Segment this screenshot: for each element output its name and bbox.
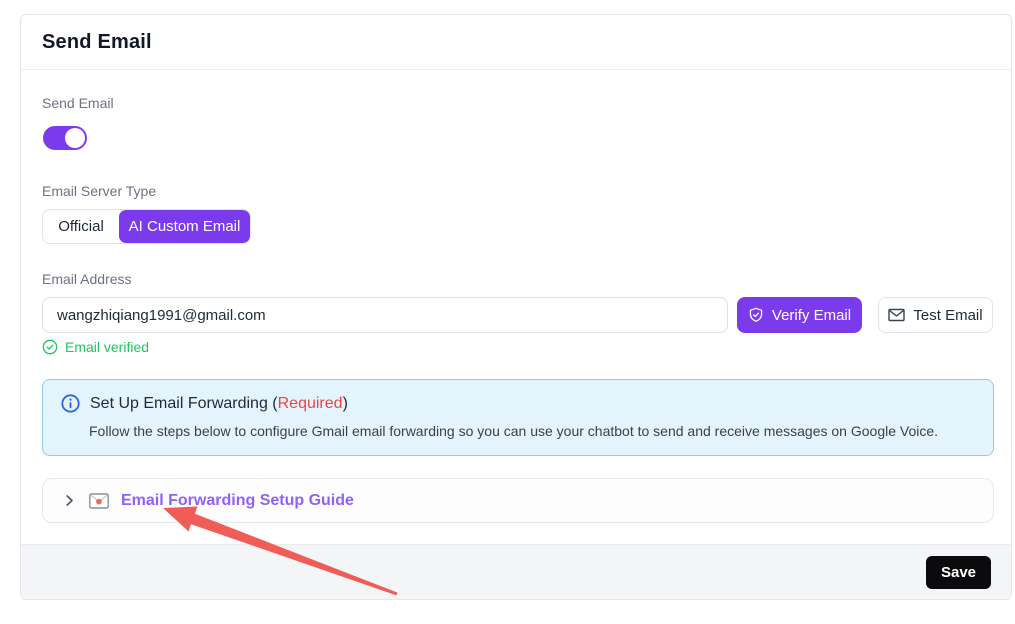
server-type-official-button[interactable]: Official bbox=[43, 210, 119, 243]
chevron-right-icon[interactable] bbox=[62, 493, 77, 508]
envelope-icon bbox=[888, 308, 905, 322]
page-title: Send Email bbox=[42, 31, 152, 54]
server-type-label: Email Server Type bbox=[42, 183, 156, 199]
email-forwarding-info-box: Set Up Email Forwarding (Required) Follo… bbox=[42, 379, 994, 456]
envelope-notification-icon bbox=[89, 493, 109, 509]
server-type-segmented-control: Official AI Custom Email bbox=[42, 209, 251, 244]
save-button[interactable]: Save bbox=[926, 556, 991, 589]
send-email-card: Send Email Send Email Email Server Type … bbox=[20, 14, 1012, 600]
info-circle-icon bbox=[61, 394, 80, 413]
shield-check-icon bbox=[748, 307, 764, 323]
server-type-ai-custom-button[interactable]: AI Custom Email bbox=[119, 210, 250, 243]
test-email-label: Test Email bbox=[913, 307, 982, 324]
send-email-toggle-label: Send Email bbox=[42, 95, 114, 111]
guide-link-label[interactable]: Email Forwarding Setup Guide bbox=[121, 492, 354, 510]
check-circle-icon bbox=[42, 339, 58, 355]
email-verified-text: Email verified bbox=[65, 339, 149, 355]
email-address-input[interactable] bbox=[42, 297, 728, 333]
email-address-label: Email Address bbox=[42, 271, 131, 287]
email-verified-status: Email verified bbox=[42, 339, 149, 355]
email-forwarding-guide-expander[interactable]: Email Forwarding Setup Guide bbox=[42, 478, 994, 523]
verify-email-button[interactable]: Verify Email bbox=[737, 297, 862, 333]
test-email-button[interactable]: Test Email bbox=[878, 297, 993, 333]
card-footer: Save bbox=[21, 544, 1011, 599]
toggle-knob bbox=[65, 128, 85, 148]
info-box-title: Set Up Email Forwarding (Required) bbox=[90, 395, 348, 413]
card-header: Send Email bbox=[21, 15, 1011, 70]
send-email-toggle[interactable] bbox=[43, 126, 87, 150]
verify-email-label: Verify Email bbox=[772, 307, 851, 324]
required-text: Required bbox=[278, 395, 343, 412]
info-box-description: Follow the steps below to configure Gmai… bbox=[89, 423, 977, 439]
